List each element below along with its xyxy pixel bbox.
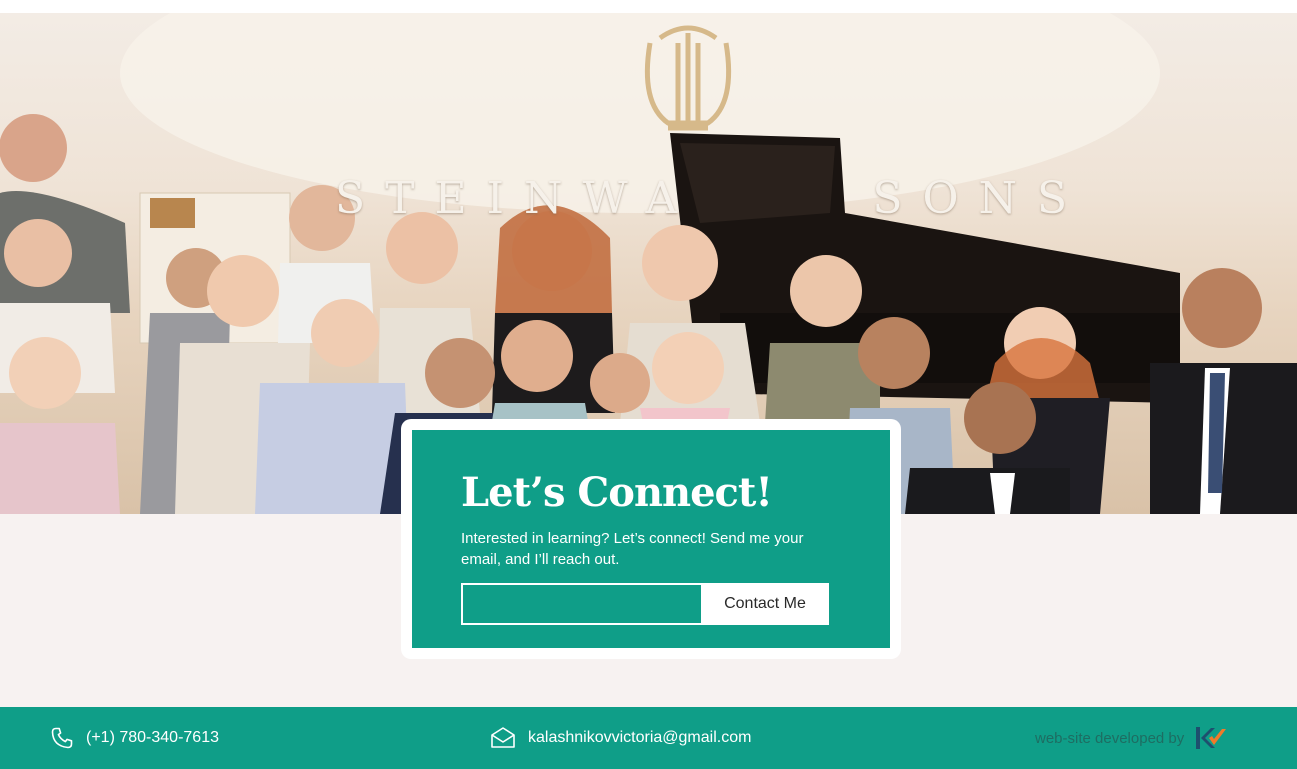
connect-card-inner: Let’s Connect! Interested in learning? L… bbox=[412, 430, 890, 648]
envelope-icon bbox=[490, 726, 516, 750]
developer-credit[interactable]: web-site developed by bbox=[1035, 726, 1228, 750]
footer-email[interactable]: kalashnikovvictoria@gmail.com bbox=[490, 726, 751, 750]
brand-left-text: STEINWA bbox=[335, 173, 698, 224]
connect-card: Let’s Connect! Interested in learning? L… bbox=[401, 419, 901, 659]
email-input[interactable] bbox=[461, 583, 701, 625]
contact-form: Contact Me bbox=[461, 583, 829, 625]
contact-me-button[interactable]: Contact Me bbox=[701, 583, 829, 625]
footer: (+1) 780-340-7613 kalashnikovvictoria@gm… bbox=[0, 707, 1297, 769]
connect-title: Let’s Connect! bbox=[461, 469, 773, 516]
email-address: kalashnikovvictoria@gmail.com bbox=[528, 729, 752, 746]
connect-description: Interested in learning? Let’s connect! S… bbox=[461, 530, 804, 568]
phone-number: (+1) 780-340-7613 bbox=[86, 729, 219, 746]
wall-lettering: STEINWA SONS bbox=[335, 173, 1087, 224]
footer-phone[interactable]: (+1) 780-340-7613 bbox=[50, 726, 219, 750]
phone-icon bbox=[50, 726, 74, 750]
credit-text: web-site developed by bbox=[1035, 729, 1185, 747]
developer-logo bbox=[1194, 725, 1228, 751]
brand-right-text: SONS bbox=[872, 173, 1088, 224]
